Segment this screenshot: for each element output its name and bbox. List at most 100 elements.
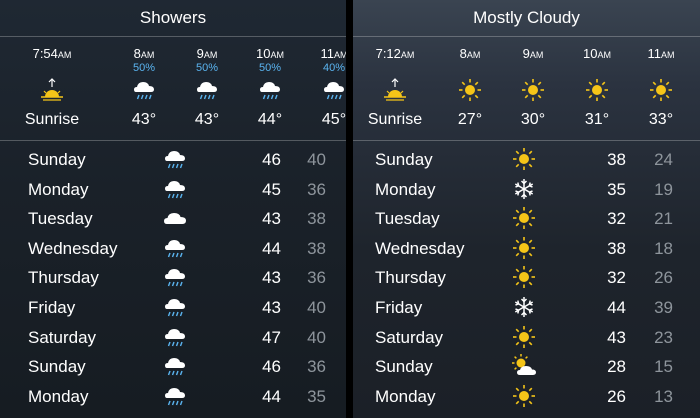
rain-icon xyxy=(162,353,188,379)
low-temp: 21 xyxy=(654,209,673,229)
hour-col: 9AM 30° xyxy=(501,37,565,140)
condition-title: Mostly Cloudy xyxy=(353,0,700,37)
low-temp: 19 xyxy=(654,179,673,199)
daily-row: Wednesday 44 38 xyxy=(0,233,346,263)
low-temp: 23 xyxy=(654,327,673,347)
hour-temp: Sunrise xyxy=(367,111,423,128)
hour-time: 10AM xyxy=(583,46,611,61)
hour-time: 8AM xyxy=(459,46,481,61)
day-name: Wednesday xyxy=(375,238,465,258)
hour-time: 11AM xyxy=(647,46,675,61)
sun-icon xyxy=(584,77,610,103)
day-name: Thursday xyxy=(28,268,99,288)
high-temp: 28 xyxy=(607,357,626,377)
daily-row: Saturday 47 40 xyxy=(0,322,346,352)
day-name: Thursday xyxy=(375,268,446,288)
hourly-forecast[interactable]: 7:12AM Sunrise 8AM 27° 9AM 30° 10AM 31° … xyxy=(353,37,700,141)
hour-time: 7:12AM xyxy=(375,46,415,61)
hour-temp: 33° xyxy=(648,111,674,128)
weather-panel-right[interactable]: Mostly Cloudy 7:12AM Sunrise 8AM 27° 9AM… xyxy=(353,0,700,418)
sun-icon xyxy=(511,324,537,350)
hour-precip: 40% xyxy=(322,62,346,74)
daily-row: Monday 45 36 xyxy=(0,174,346,204)
hour-temp: 27° xyxy=(457,111,483,128)
daily-row: Tuesday 43 38 xyxy=(0,203,346,233)
hour-col: 10AM 31° xyxy=(565,37,629,140)
daily-row: Saturday 43 23 xyxy=(353,322,700,352)
rain-icon xyxy=(194,77,220,103)
hour-col: 7:54AM Sunrise xyxy=(20,37,84,140)
sun-icon xyxy=(648,77,674,103)
day-name: Monday xyxy=(375,386,436,406)
low-temp: 35 xyxy=(307,386,326,406)
low-temp: 36 xyxy=(307,357,326,377)
daily-row: Tuesday 32 21 xyxy=(353,203,700,233)
daily-row: Sunday 46 40 xyxy=(0,144,346,174)
day-name: Wednesday xyxy=(28,238,118,258)
hour-time: 9AM xyxy=(196,46,218,61)
weather-panel-left[interactable]: Showers 7:54AM Sunrise 8AM 50% 43° 9AM 5… xyxy=(0,0,346,418)
sun-icon xyxy=(511,383,537,409)
weather-comparison: Showers 7:54AM Sunrise 8AM 50% 43° 9AM 5… xyxy=(0,0,700,418)
low-temp: 36 xyxy=(307,179,326,199)
hour-precip: 50% xyxy=(195,62,219,74)
day-name: Monday xyxy=(28,386,89,406)
high-temp: 45 xyxy=(262,179,281,199)
high-temp: 43 xyxy=(262,268,281,288)
rain-icon xyxy=(162,235,188,261)
high-temp: 43 xyxy=(607,327,626,347)
hour-temp: 30° xyxy=(520,111,546,128)
daily-forecast[interactable]: Sunday 46 40 Monday 45 36 Tuesday 43 38 … xyxy=(0,141,346,410)
low-temp: 40 xyxy=(307,327,326,347)
hourly-forecast[interactable]: 7:54AM Sunrise 8AM 50% 43° 9AM 50% 43° 1… xyxy=(0,37,346,141)
day-name: Tuesday xyxy=(375,209,440,229)
hour-temp: Sunrise xyxy=(24,111,80,128)
hour-col: 8AM 27° xyxy=(438,37,502,140)
hour-temp: 43° xyxy=(194,111,220,128)
daily-row: Sunday 46 36 xyxy=(0,351,346,381)
rain-icon xyxy=(162,146,188,172)
hour-precip: 50% xyxy=(132,62,156,74)
daily-row: Sunday 38 24 xyxy=(353,144,700,174)
daily-row: Sunday 28 15 xyxy=(353,351,700,381)
day-name: Sunday xyxy=(28,357,86,377)
sun-icon xyxy=(511,235,537,261)
sun-icon xyxy=(457,77,483,103)
high-temp: 38 xyxy=(607,238,626,258)
sunrise-icon xyxy=(39,77,65,103)
rain-icon xyxy=(162,294,188,320)
hour-temp: 45° xyxy=(321,111,346,128)
low-temp: 38 xyxy=(307,209,326,229)
hour-col: 9AM 50% 43° xyxy=(175,37,239,140)
daily-row: Thursday 32 26 xyxy=(353,262,700,292)
daily-row: Friday 44 39 xyxy=(353,292,700,322)
day-name: Sunday xyxy=(375,357,433,377)
day-name: Monday xyxy=(375,179,436,199)
daily-row: Thursday 43 36 xyxy=(0,262,346,292)
high-temp: 32 xyxy=(607,209,626,229)
hour-temp: 44° xyxy=(257,111,283,128)
sun-icon xyxy=(511,205,537,231)
rain-icon xyxy=(257,77,283,103)
sun-icon xyxy=(511,264,537,290)
high-temp: 26 xyxy=(607,386,626,406)
hour-temp: 31° xyxy=(584,111,610,128)
hour-precip: 50% xyxy=(258,62,282,74)
low-temp: 18 xyxy=(654,238,673,258)
rain-icon xyxy=(131,77,157,103)
day-name: Sunday xyxy=(375,150,433,169)
sunrise-icon xyxy=(382,77,408,103)
low-temp: 15 xyxy=(654,357,673,377)
high-temp: 35 xyxy=(607,179,626,199)
low-temp: 36 xyxy=(307,268,326,288)
day-name: Sunday xyxy=(28,150,86,169)
hour-time: 9AM xyxy=(522,46,544,61)
daily-forecast[interactable]: Sunday 38 24 Monday 35 19 Tuesday 32 21 … xyxy=(353,141,700,410)
hour-time: 10AM xyxy=(256,46,284,61)
low-temp: 38 xyxy=(307,238,326,258)
partly-cloudy-icon xyxy=(511,353,537,379)
low-temp: 24 xyxy=(654,150,673,169)
day-name: Monday xyxy=(28,179,89,199)
hour-temp: 43° xyxy=(131,111,157,128)
daily-row: Monday 26 13 xyxy=(353,381,700,411)
